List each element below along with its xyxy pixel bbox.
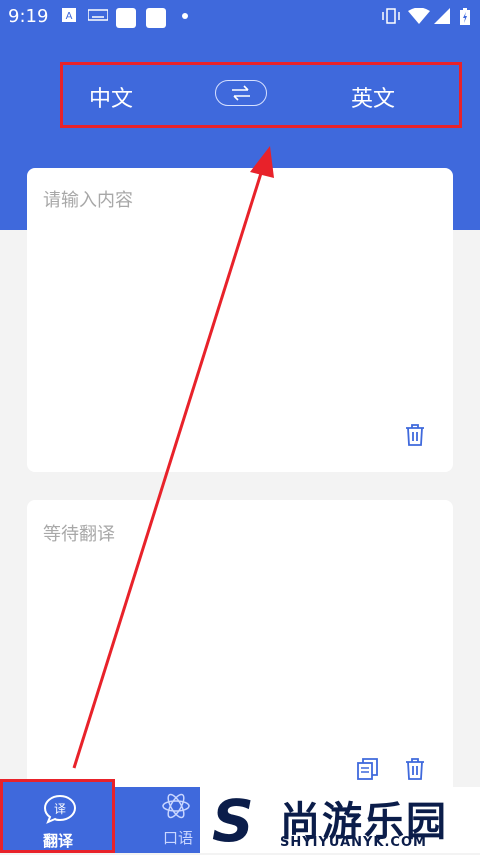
- tab-oral[interactable]: 口语: [115, 787, 200, 853]
- tab-translate[interactable]: 译 翻译: [0, 779, 115, 853]
- watermark-logo: S: [212, 787, 254, 855]
- svg-text:译: 译: [54, 802, 66, 816]
- watermark: S 尚游乐园 SHYIYUANYK.COM: [200, 787, 480, 853]
- watermark-site: SHYIYUANYK.COM: [280, 835, 427, 850]
- atom-icon: [162, 793, 190, 819]
- tab-oral-label: 口语: [163, 829, 194, 847]
- translate-bubble-icon: 译: [43, 794, 77, 824]
- tab-translate-label: 翻译: [43, 832, 74, 850]
- annotation-arrow: [72, 146, 274, 769]
